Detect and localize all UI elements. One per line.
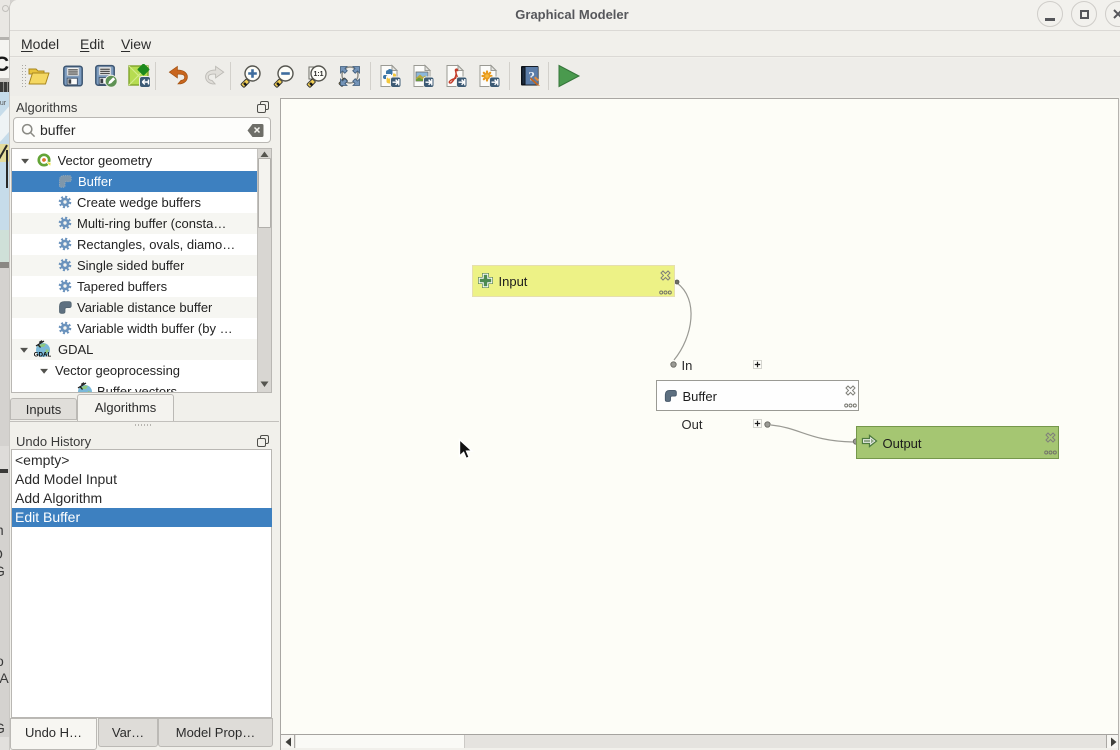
svg-text:1:1: 1:1 bbox=[313, 71, 323, 78]
